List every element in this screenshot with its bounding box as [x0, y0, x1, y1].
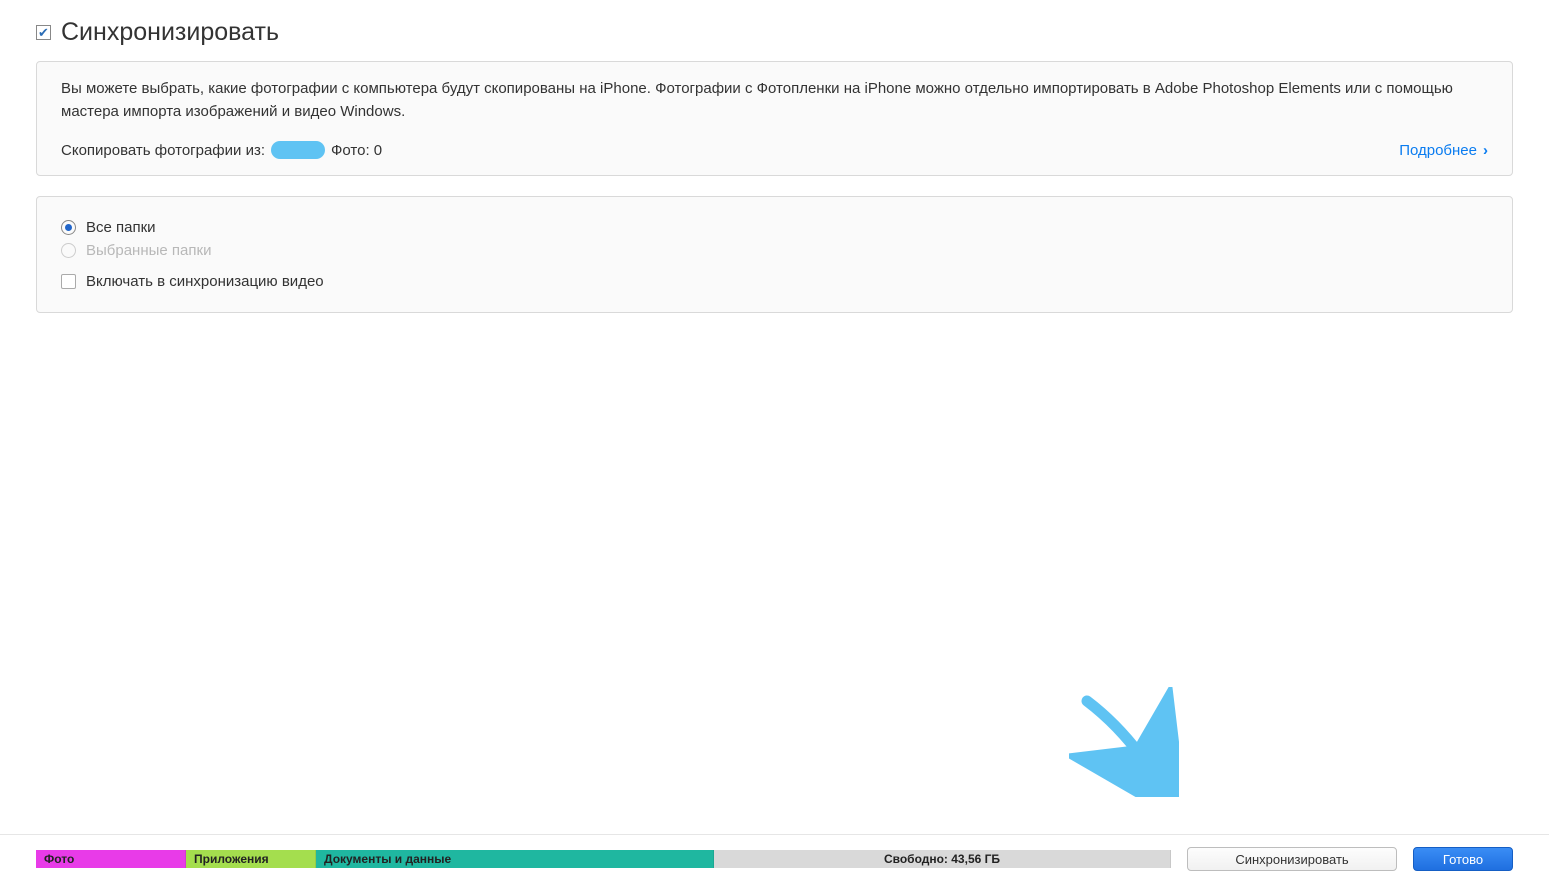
- info-description: Вы можете выбрать, какие фотографии с ко…: [61, 78, 1488, 123]
- sync-button-label: Синхронизировать: [1235, 852, 1348, 867]
- sync-button[interactable]: Синхронизировать: [1187, 847, 1397, 871]
- sync-checkbox[interactable]: ✔: [36, 25, 51, 40]
- include-video-checkbox[interactable]: [61, 274, 76, 289]
- radio-selected-folders-label: Выбранные папки: [86, 242, 211, 259]
- redacted-source: [271, 141, 325, 159]
- include-video-label: Включать в синхронизацию видео: [86, 273, 324, 290]
- storage-segment-photo-label: Фото: [44, 852, 74, 866]
- storage-segment-docs-label: Документы и данные: [324, 852, 451, 866]
- radio-all-folders-label: Все папки: [86, 219, 156, 236]
- storage-segment-photo[interactable]: Фото: [36, 850, 186, 868]
- photos-count: Фото: 0: [331, 142, 382, 159]
- learn-more-link[interactable]: Подробнее ›: [1399, 142, 1488, 159]
- page-title: Синхронизировать: [61, 18, 279, 47]
- info-panel: Вы можете выбрать, какие фотографии с ко…: [36, 61, 1513, 176]
- radio-selected-folders: [61, 243, 76, 258]
- done-button-label: Готово: [1443, 852, 1483, 867]
- storage-bar: Фото Приложения Документы и данные Свобо…: [36, 850, 1171, 868]
- copy-from-label: Скопировать фотографии из:: [61, 142, 265, 159]
- bottom-bar: Фото Приложения Документы и данные Свобо…: [0, 834, 1549, 885]
- done-button[interactable]: Готово: [1413, 847, 1513, 871]
- radio-all-folders[interactable]: [61, 220, 76, 235]
- chevron-right-icon: ›: [1483, 142, 1488, 159]
- storage-free-label: Свободно: 43,56 ГБ: [884, 852, 1000, 866]
- annotation-arrow-icon: [1069, 687, 1179, 797]
- options-panel: Все папки Выбранные папки Включать в син…: [36, 196, 1513, 313]
- storage-segment-apps[interactable]: Приложения: [186, 850, 316, 868]
- learn-more-label: Подробнее: [1399, 142, 1477, 159]
- storage-segment-free: Свободно: 43,56 ГБ: [714, 850, 1171, 868]
- storage-segment-docs[interactable]: Документы и данные: [316, 850, 714, 868]
- storage-segment-apps-label: Приложения: [194, 852, 269, 866]
